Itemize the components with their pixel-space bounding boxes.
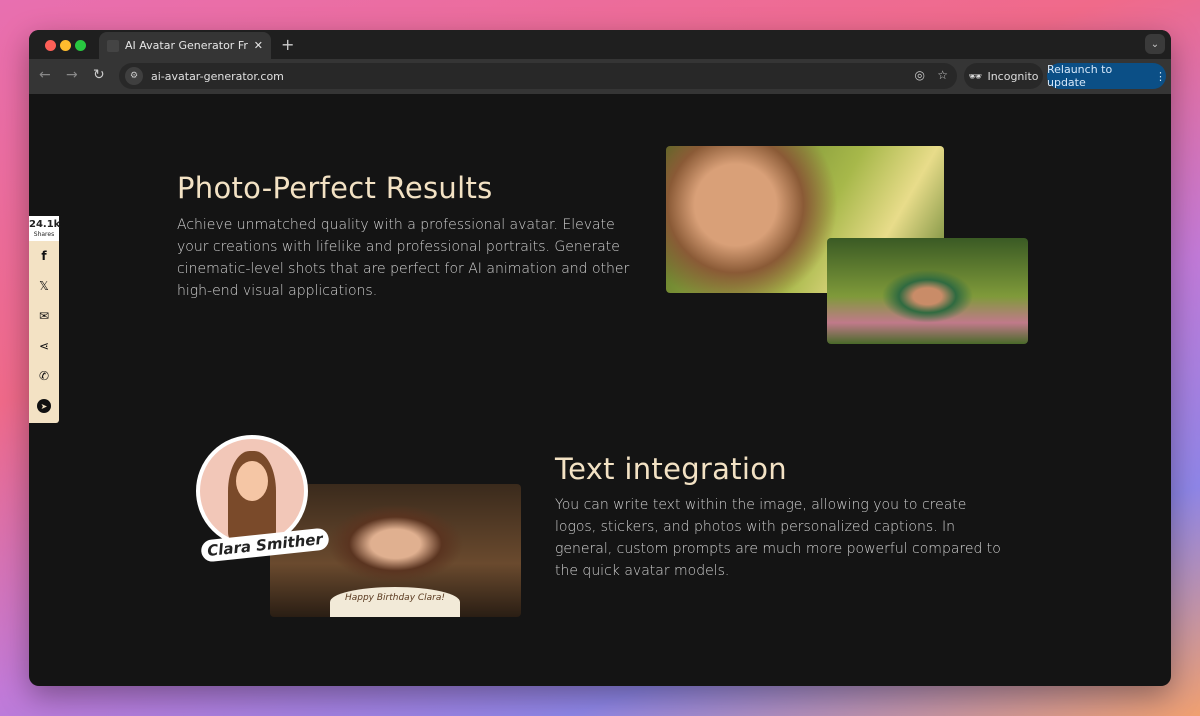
section-title: Text integration <box>555 452 787 486</box>
favicon-icon <box>107 39 119 52</box>
tab-title: AI Avatar Generator Free: Cre <box>125 39 248 52</box>
site-settings-icon[interactable]: ⚙ <box>125 67 143 85</box>
tab-active[interactable]: AI Avatar Generator Free: Cre ✕ <box>99 32 271 59</box>
share-count-value: 24.1k <box>29 219 61 230</box>
tab-bar: AI Avatar Generator Free: Cre ✕ + ⌄ <box>29 30 1171 59</box>
share-count-label: Shares <box>33 231 55 238</box>
eye-off-icon[interactable]: ◎ <box>915 68 925 82</box>
new-tab-button[interactable]: + <box>281 35 294 54</box>
url-text: ai-avatar-generator.com <box>151 69 284 83</box>
close-window-button[interactable] <box>45 40 56 51</box>
share-icon[interactable]: ⋖ <box>29 331 59 361</box>
share-sidebar: 24.1k Shares f 𝕏 ✉ ⋖ ✆ ➤ <box>29 216 61 423</box>
forward-icon[interactable]: → <box>66 67 78 83</box>
tab-search-button[interactable]: ⌄ <box>1145 34 1165 54</box>
incognito-label: Incognito <box>987 69 1039 83</box>
portrait-image-small <box>827 238 1028 344</box>
facebook-icon[interactable]: f <box>29 241 59 271</box>
minimize-window-button[interactable] <box>60 40 71 51</box>
maximize-window-button[interactable] <box>75 40 86 51</box>
relaunch-label: Relaunch to update <box>1047 63 1113 89</box>
section-title: Photo-Perfect Results <box>177 171 493 205</box>
more-icon[interactable]: ⋮ <box>1155 70 1166 83</box>
star-icon[interactable]: ☆ <box>937 68 948 82</box>
section-body: Achieve unmatched quality with a profess… <box>177 217 630 299</box>
address-bar[interactable]: ⚙ ai-avatar-generator.com ◎ ☆ <box>119 63 957 89</box>
share-count: 24.1k Shares <box>29 216 61 241</box>
whatsapp-icon[interactable]: ✆ <box>29 361 59 391</box>
close-tab-icon[interactable]: ✕ <box>254 39 263 52</box>
back-icon[interactable]: ← <box>39 67 51 83</box>
telegram-icon[interactable]: ➤ <box>29 391 59 421</box>
email-icon[interactable]: ✉ <box>29 301 59 331</box>
section-body: You can write text within the image, all… <box>555 497 1001 579</box>
page-content: 24.1k Shares f 𝕏 ✉ ⋖ ✆ ➤ Photo-Perfect Re… <box>29 94 1171 686</box>
relaunch-button[interactable]: Relaunch to update ⋮ <box>1047 63 1166 89</box>
toolbar: ← → ↻ ⚙ ai-avatar-generator.com ◎ ☆ 🕶 Inc… <box>29 59 1171 94</box>
reload-icon[interactable]: ↻ <box>93 67 105 83</box>
browser-window: AI Avatar Generator Free: Cre ✕ + ⌄ ← → … <box>29 30 1171 686</box>
cake-text: Happy Birthday Clara! <box>330 587 460 617</box>
x-icon[interactable]: 𝕏 <box>29 271 59 301</box>
incognito-icon: 🕶 <box>968 69 983 83</box>
incognito-button[interactable]: 🕶 Incognito <box>964 63 1043 89</box>
